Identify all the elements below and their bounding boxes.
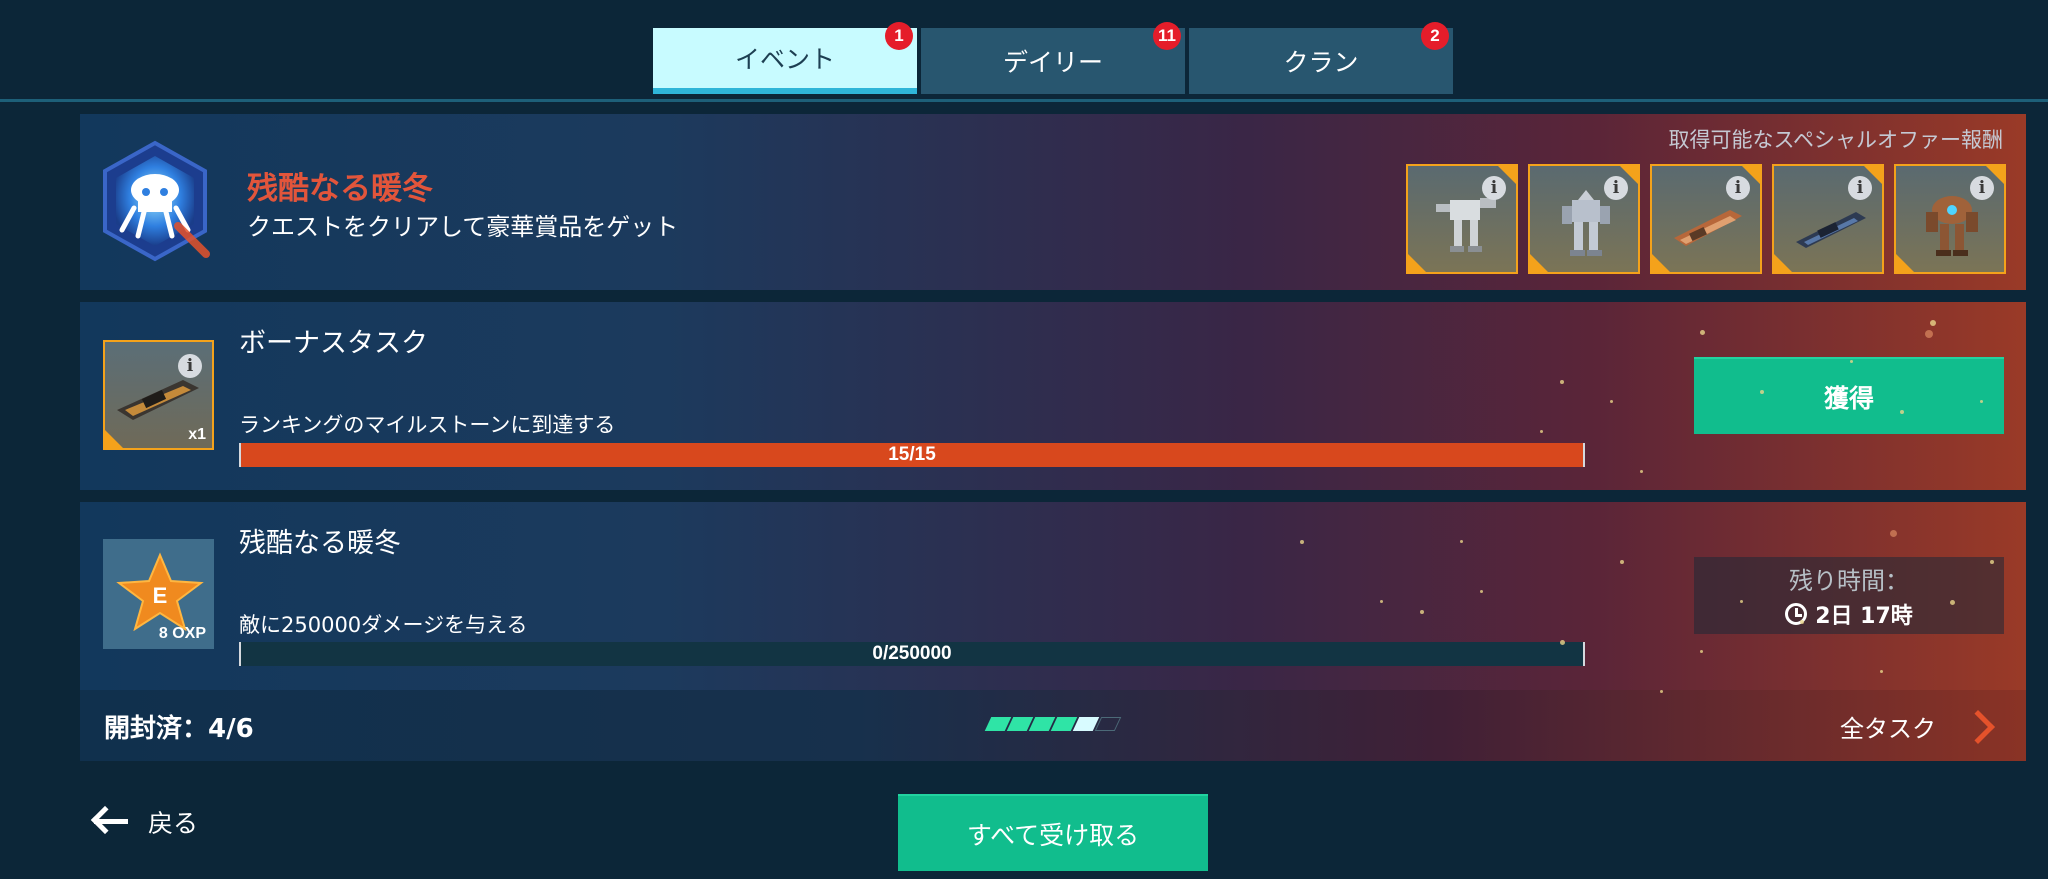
sparkle-decoration <box>1480 590 1483 593</box>
sparkle-decoration <box>1990 560 1994 564</box>
time-remaining-box: 残り時間： 2日 17時 <box>1694 557 2004 634</box>
tab-clan[interactable]: クラン 2 <box>1189 22 1453 94</box>
time-remaining-label: 残り時間： <box>1789 567 1909 595</box>
sparkle-decoration <box>1700 650 1703 653</box>
tab-label: クラン <box>1283 48 1359 77</box>
tab-label: デイリー <box>1002 48 1103 77</box>
sparkle-decoration <box>1420 610 1424 614</box>
sparkle-decoration <box>1925 330 1933 338</box>
card-corner <box>1498 166 1516 184</box>
tabs-bar: イベント 1 デイリー 11 クラン 2 <box>0 0 2048 102</box>
reward-card[interactable]: i <box>1772 164 1884 274</box>
reward-xp-label: 8 OXP <box>158 625 206 642</box>
reward-card[interactable]: i <box>1650 164 1762 274</box>
card-corner <box>1620 166 1638 184</box>
notification-badge: 1 <box>885 22 913 50</box>
task-title: ボーナスタスク <box>239 328 428 359</box>
task-progress-bar: 15/15 <box>239 443 1585 467</box>
sparkle-decoration <box>1610 400 1613 403</box>
event-subtitle: クエストをクリアして豪華賞品をゲット <box>247 213 679 241</box>
progress-text: 0/250000 <box>872 643 952 664</box>
sparkle-decoration <box>1900 410 1904 414</box>
sparkle-decoration <box>1560 640 1565 645</box>
sparkle-decoration <box>1880 670 1883 673</box>
task-description: 敵に250000ダメージを与える <box>239 613 528 637</box>
sparkle-decoration <box>1300 540 1304 544</box>
info-icon[interactable]: i <box>178 354 202 378</box>
card-corner <box>1896 254 1914 272</box>
reward-card[interactable]: i <box>1894 164 2006 274</box>
opened-count: 開封済：4/6 <box>104 714 254 744</box>
sparkle-decoration <box>1980 400 1983 403</box>
sparkle-decoration <box>1930 320 1936 326</box>
card-corner <box>1864 166 1882 184</box>
reward-quantity: x1 <box>188 426 206 443</box>
card-corner <box>105 430 123 448</box>
task-progress-bar: 0/250000 <box>239 642 1585 666</box>
sparkle-decoration <box>1540 430 1543 433</box>
tab-label: イベント <box>734 45 835 74</box>
sparkle-decoration <box>1380 600 1383 603</box>
star-xp-icon: E <box>116 552 204 631</box>
tab-daily[interactable]: デイリー 11 <box>921 22 1185 94</box>
claim-button[interactable]: 獲得 <box>1694 357 2004 434</box>
notification-badge: 11 <box>1153 22 1181 50</box>
tab-event[interactable]: イベント 1 <box>653 22 917 94</box>
card-corner <box>1408 254 1426 272</box>
sparkle-decoration <box>1760 390 1764 394</box>
reward-card[interactable]: i <box>1528 164 1640 274</box>
sparkle-decoration <box>1700 330 1705 335</box>
notification-badge: 2 <box>1421 22 1449 50</box>
sparkle-decoration <box>1620 560 1624 564</box>
card-corner <box>1530 254 1548 272</box>
sparkle-decoration <box>1560 380 1564 384</box>
card-corner <box>1742 166 1760 184</box>
sparkle-decoration <box>1950 600 1955 605</box>
task-description: ランキングのマイルストーンに到達する <box>239 413 616 437</box>
event-title: 残酷なる暖冬 <box>247 171 433 207</box>
sparkle-decoration <box>1460 540 1463 543</box>
sparkle-decoration <box>1890 530 1897 537</box>
reward-card[interactable]: i <box>1406 164 1518 274</box>
sparkle-decoration <box>1850 360 1853 363</box>
time-remaining-value: 2日 17時 <box>1785 598 1913 630</box>
back-button[interactable]: 戻る <box>90 802 198 842</box>
task-reward-item[interactable]: i x1 <box>103 340 214 450</box>
card-corner <box>1774 254 1792 272</box>
star-letter: E <box>153 583 168 608</box>
task-title: 残酷なる暖冬 <box>239 528 401 559</box>
card-corner <box>1986 166 2004 184</box>
card-corner <box>1652 254 1670 272</box>
progress-text: 15/15 <box>888 444 936 465</box>
back-label: 戻る <box>148 809 199 838</box>
progress-segments <box>984 717 1122 731</box>
sparkle-decoration <box>1660 690 1663 693</box>
sparkle-decoration <box>1740 600 1743 603</box>
sparkle-decoration <box>1800 620 1804 624</box>
all-tasks-link[interactable]: 全タスク <box>1840 709 1936 744</box>
claim-all-button[interactable]: すべて受け取る <box>898 794 1208 871</box>
time-value-text: 2日 17時 <box>1815 604 1913 629</box>
event-emblem-icon <box>103 140 210 262</box>
back-arrow-icon <box>90 805 130 838</box>
task-reward-item[interactable]: E 8 OXP <box>103 539 214 649</box>
sparkle-decoration <box>1640 470 1643 473</box>
rewards-label: 取得可能なスペシャルオファー報酬 <box>1668 128 2003 152</box>
tabs-underline <box>0 99 2048 102</box>
progress-segment <box>1094 717 1122 731</box>
